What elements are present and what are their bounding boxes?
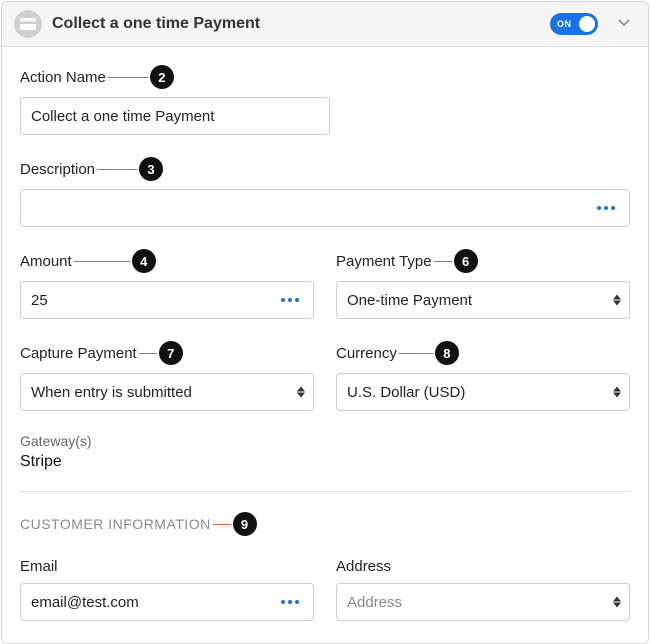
- gateway-block: Gateway(s) Stripe: [20, 433, 630, 471]
- connector: [434, 261, 452, 262]
- panel-body: Action Name 2 Collect a one time Payment…: [2, 47, 648, 643]
- callout-badge-8: 8: [435, 341, 459, 365]
- capture-payment-label-row: Capture Payment 7: [20, 341, 314, 365]
- gateway-value: Stripe: [20, 453, 630, 471]
- callout-badge-3: 3: [139, 157, 163, 181]
- connector: [399, 353, 433, 354]
- payment-type-value: One-time Payment: [347, 292, 619, 309]
- action-name-label: Action Name: [20, 69, 106, 86]
- select-caret-icon: [613, 387, 621, 398]
- gateway-label: Gateway(s): [20, 433, 630, 449]
- select-caret-icon: [613, 597, 621, 608]
- toggle-label: ON: [550, 19, 572, 29]
- collapse-icon[interactable]: [608, 14, 636, 34]
- address-label-row: Address: [336, 558, 630, 575]
- currency-label-row: Currency 8: [336, 341, 630, 365]
- connector: [108, 77, 148, 78]
- address-value: Address: [347, 594, 619, 611]
- customer-info-heading: CUSTOMER INFORMATION: [20, 516, 211, 532]
- amount-input[interactable]: 25: [20, 281, 314, 319]
- ellipsis-icon[interactable]: [277, 600, 303, 604]
- action-name-value: Collect a one time Payment: [31, 108, 319, 125]
- currency-select[interactable]: U.S. Dollar (USD): [336, 373, 630, 411]
- email-input[interactable]: email@test.com: [20, 583, 314, 621]
- capture-payment-label: Capture Payment: [20, 345, 137, 362]
- callout-badge-6: 6: [454, 249, 478, 273]
- ellipsis-icon[interactable]: [277, 298, 303, 302]
- amount-value: 25: [31, 292, 277, 309]
- description-label: Description: [20, 161, 95, 178]
- email-label: Email: [20, 558, 58, 575]
- connector: [139, 353, 157, 354]
- connector: [213, 524, 231, 525]
- address-label: Address: [336, 558, 391, 575]
- connector: [97, 169, 137, 170]
- address-select[interactable]: Address: [336, 583, 630, 621]
- callout-badge-9: 9: [233, 512, 257, 536]
- email-label-row: Email: [20, 558, 314, 575]
- payment-type-label: Payment Type: [336, 253, 432, 270]
- card-icon: [14, 10, 42, 38]
- connector: [74, 261, 130, 262]
- callout-badge-4: 4: [132, 249, 156, 273]
- payment-type-label-row: Payment Type 6: [336, 249, 630, 273]
- email-value: email@test.com: [31, 594, 277, 611]
- select-caret-icon: [613, 295, 621, 306]
- description-input[interactable]: [20, 189, 630, 227]
- ellipsis-icon[interactable]: [593, 206, 619, 210]
- capture-payment-select[interactable]: When entry is submitted: [20, 373, 314, 411]
- callout-badge-7: 7: [159, 341, 183, 365]
- action-name-input[interactable]: Collect a one time Payment: [20, 97, 330, 135]
- currency-value: U.S. Dollar (USD): [347, 384, 619, 401]
- panel-header: Collect a one time Payment ON: [2, 2, 648, 47]
- capture-payment-value: When entry is submitted: [31, 384, 303, 401]
- action-name-label-row: Action Name 2: [20, 65, 330, 89]
- customer-info-heading-row: CUSTOMER INFORMATION 9: [20, 512, 630, 536]
- payment-type-select[interactable]: One-time Payment: [336, 281, 630, 319]
- amount-label-row: Amount 4: [20, 249, 314, 273]
- section-divider: [20, 491, 630, 492]
- amount-label: Amount: [20, 253, 72, 270]
- action-panel: Collect a one time Payment ON Action Nam…: [1, 1, 649, 644]
- description-label-row: Description 3: [20, 157, 630, 181]
- currency-label: Currency: [336, 345, 397, 362]
- toggle-on[interactable]: ON: [550, 13, 598, 35]
- callout-badge-2: 2: [150, 65, 174, 89]
- toggle-knob: [579, 16, 595, 32]
- select-caret-icon: [297, 387, 305, 398]
- panel-title: Collect a one time Payment: [52, 15, 540, 33]
